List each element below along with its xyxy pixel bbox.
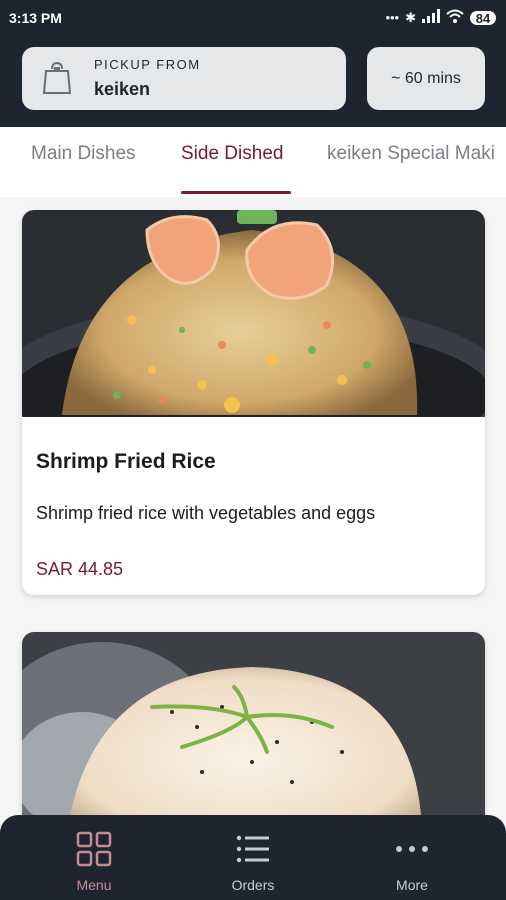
battery-icon: 84 [470,11,496,26]
dish-list: Shrimp Fried Rice Shrimp fried rice with… [0,197,506,817]
more-dots-status-icon: ••• [385,10,400,25]
dish-image [22,210,485,417]
status-icons: ••• ✱ 84 [385,9,496,27]
nav-more-label: More [396,877,428,893]
dish-image [22,632,485,817]
nav-menu[interactable]: Menu [29,815,159,900]
list-icon [236,835,269,863]
status-time: 3:13 PM [9,10,62,26]
category-tabs: Main Dishes Side Dished keiken Special M… [0,127,506,197]
tab-side-dished[interactable]: Side Dished [181,143,283,165]
tab-main-dishes[interactable]: Main Dishes [31,143,136,165]
dish-price: SAR 44.85 [36,559,124,579]
grid-icon [76,831,112,867]
status-bar: 3:13 PM ••• ✱ 84 [0,0,506,36]
active-tab-indicator [181,191,291,194]
pickup-label: PICKUP FROM [94,57,201,72]
wifi-icon [446,9,464,27]
eta-badge[interactable]: ~ 60 mins [367,47,485,110]
nav-more[interactable]: More [347,815,477,900]
nav-orders-label: Orders [231,877,275,893]
pickup-location-selector[interactable]: PICKUP FROM keiken [22,47,346,110]
dish-card[interactable] [22,632,485,817]
dish-title: Shrimp Fried Rice [36,450,216,473]
pickup-store-name: keiken [94,79,151,99]
shopping-bag-icon [42,61,72,94]
more-dots-icon [396,846,428,852]
header-bar: 3:13 PM ••• ✱ 84 PICKUP FROM keiken ~ 60… [0,0,506,127]
bottom-navigation: Menu Orders More [0,815,506,900]
nav-orders[interactable]: Orders [188,815,318,900]
signal-icon [422,9,440,27]
tab-keiken-special-maki[interactable]: keiken Special Maki [327,143,495,165]
nav-menu-label: Menu [76,877,112,893]
bluetooth-icon: ✱ [405,10,416,25]
dish-description: Shrimp fried rice with vegetables and eg… [36,503,376,523]
dish-card[interactable]: Shrimp Fried Rice Shrimp fried rice with… [22,210,485,595]
